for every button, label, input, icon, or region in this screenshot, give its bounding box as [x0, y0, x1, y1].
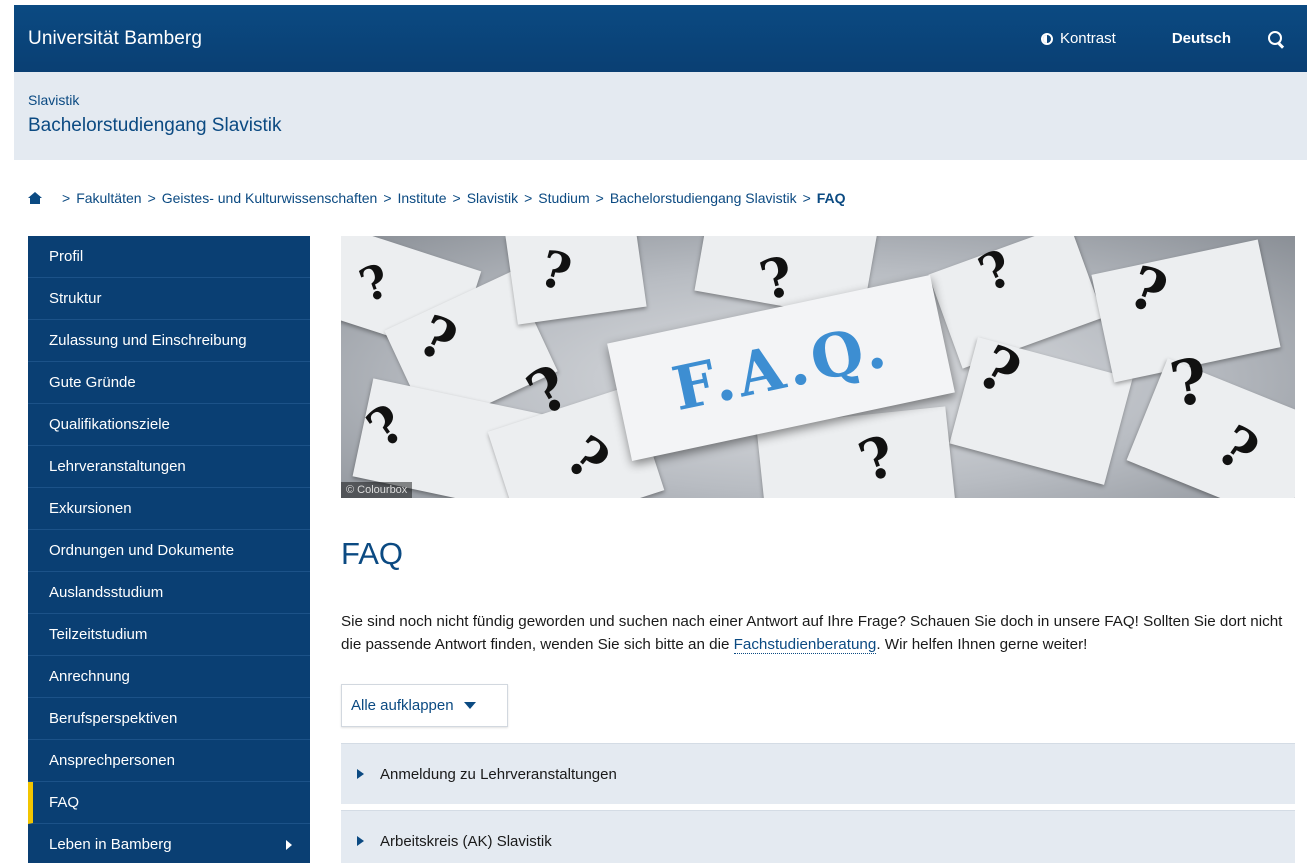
- breadcrumb-separator: >: [452, 190, 461, 206]
- contrast-toggle[interactable]: Kontrast: [1040, 30, 1116, 47]
- breadcrumb-separator: >: [383, 190, 392, 206]
- caret-down-icon: [463, 702, 476, 709]
- chevron-right-icon: [286, 840, 292, 850]
- language-switch[interactable]: Deutsch: [1172, 30, 1231, 47]
- sidebar-item-profil[interactable]: Profil: [28, 236, 310, 278]
- breadcrumb-separator: >: [62, 190, 71, 206]
- sidebar-item-lehrveranstaltungen[interactable]: Lehrveranstaltungen: [28, 446, 310, 488]
- accordion-item-arbeitskreis[interactable]: Arbeitskreis (AK) Slavistik: [341, 810, 1295, 863]
- expand-arrow-icon: [357, 836, 364, 846]
- breadcrumb: > Fakultäten > Geistes- und Kulturwissen…: [28, 190, 846, 206]
- section-header: Slavistik Bachelorstudiengang Slavistik: [14, 72, 1307, 160]
- sidebar-item-zulassung[interactable]: Zulassung und Einschreibung: [28, 320, 310, 362]
- sidebar-item-exkursionen[interactable]: Exkursionen: [28, 488, 310, 530]
- sidebar-item-qualifikationsziele[interactable]: Qualifikationsziele: [28, 404, 310, 446]
- sidebar-item-leben-in-bamberg[interactable]: Leben in Bamberg: [28, 824, 310, 863]
- parent-section-link[interactable]: Slavistik: [28, 92, 1293, 108]
- sidebar-item-ansprechpersonen[interactable]: Ansprechpersonen: [28, 740, 310, 782]
- breadcrumb-item[interactable]: Slavistik: [467, 190, 518, 206]
- paper-scrap: [949, 337, 1133, 485]
- sidebar-item-berufsperspektiven[interactable]: Berufsperspektiven: [28, 698, 310, 740]
- hero-image: ? ? ? ? ? ? ? ? ? ? ? ? ? F.A.Q. © Colou…: [341, 236, 1295, 498]
- breadcrumb-item[interactable]: Fakultäten: [76, 190, 141, 206]
- expand-all-label: Alle aufklappen: [351, 697, 454, 714]
- sidebar-item-label: Qualifikationsziele: [49, 416, 170, 433]
- university-brand[interactable]: Universität Bamberg: [28, 28, 202, 50]
- page-title: FAQ: [341, 536, 404, 571]
- sidebar-item-label: Struktur: [49, 290, 102, 307]
- breadcrumb-item[interactable]: Bachelorstudiengang Slavistik: [610, 190, 797, 206]
- top-bar: Universität Bamberg Kontrast Deutsch: [14, 5, 1307, 72]
- expand-arrow-icon: [357, 769, 364, 779]
- sidebar-item-label: FAQ: [49, 794, 80, 811]
- expand-all-button[interactable]: Alle aufklappen: [341, 684, 508, 727]
- sidebar-item-label: Ordnungen und Dokumente: [49, 542, 235, 559]
- sidebar-nav: Profil Struktur Zulassung und Einschreib…: [28, 236, 310, 863]
- sidebar-item-label: Exkursionen: [49, 500, 132, 517]
- sidebar-item-label: Leben in Bamberg: [49, 836, 172, 853]
- accordion-item-anmeldung[interactable]: Anmeldung zu Lehrveranstaltungen: [341, 743, 1295, 804]
- breadcrumb-separator: >: [147, 190, 156, 206]
- accordion-item-label: Arbeitskreis (AK) Slavistik: [380, 832, 552, 850]
- top-bar-actions: Kontrast Deutsch: [1040, 30, 1293, 48]
- image-credit: © Colourbox: [341, 482, 413, 498]
- sidebar-item-ordnungen[interactable]: Ordnungen und Dokumente: [28, 530, 310, 572]
- intro-text-part: . Wir helfen Ihnen gerne weiter!: [876, 636, 1088, 653]
- sidebar-item-label: Berufsperspektiven: [49, 710, 178, 727]
- breadcrumb-item[interactable]: Studium: [538, 190, 589, 206]
- home-icon[interactable]: [28, 192, 42, 204]
- sidebar-item-gute-gruende[interactable]: Gute Gründe: [28, 362, 310, 404]
- contrast-icon: [1040, 32, 1053, 45]
- sidebar-item-faq[interactable]: FAQ: [28, 782, 310, 824]
- sidebar-item-label: Lehrveranstaltungen: [49, 458, 186, 475]
- sidebar-item-label: Profil: [49, 248, 84, 265]
- breadcrumb-separator: >: [524, 190, 533, 206]
- sidebar-item-teilzeitstudium[interactable]: Teilzeitstudium: [28, 614, 310, 656]
- sidebar-item-anrechnung[interactable]: Anrechnung: [28, 656, 310, 698]
- paper-scrap: [1126, 358, 1295, 498]
- sidebar-item-label: Auslandsstudium: [49, 584, 164, 601]
- accordion-item-label: Anmeldung zu Lehrveranstaltungen: [380, 765, 617, 783]
- sidebar-item-label: Anrechnung: [49, 668, 130, 685]
- breadcrumb-separator: >: [802, 190, 811, 206]
- breadcrumb-item[interactable]: Institute: [398, 190, 447, 206]
- contrast-label: Kontrast: [1059, 30, 1116, 47]
- sidebar-item-label: Ansprechpersonen: [49, 752, 175, 769]
- breadcrumb-item[interactable]: Geistes- und Kulturwissenschaften: [162, 190, 378, 206]
- fachstudienberatung-link[interactable]: Fachstudienberatung: [733, 636, 877, 654]
- search-icon[interactable]: [1267, 30, 1285, 48]
- sidebar-item-struktur[interactable]: Struktur: [28, 278, 310, 320]
- breadcrumb-separator: >: [595, 190, 604, 206]
- sidebar-item-label: Zulassung und Einschreibung: [49, 332, 247, 349]
- sidebar-item-label: Gute Gründe: [49, 374, 136, 391]
- sidebar-item-auslandsstudium[interactable]: Auslandsstudium: [28, 572, 310, 614]
- sidebar-item-label: Teilzeitstudium: [49, 626, 148, 643]
- breadcrumb-current: FAQ: [816, 190, 846, 206]
- section-title[interactable]: Bachelorstudiengang Slavistik: [28, 115, 1293, 137]
- intro-text: Sie sind noch nicht fündig geworden und …: [341, 610, 1301, 656]
